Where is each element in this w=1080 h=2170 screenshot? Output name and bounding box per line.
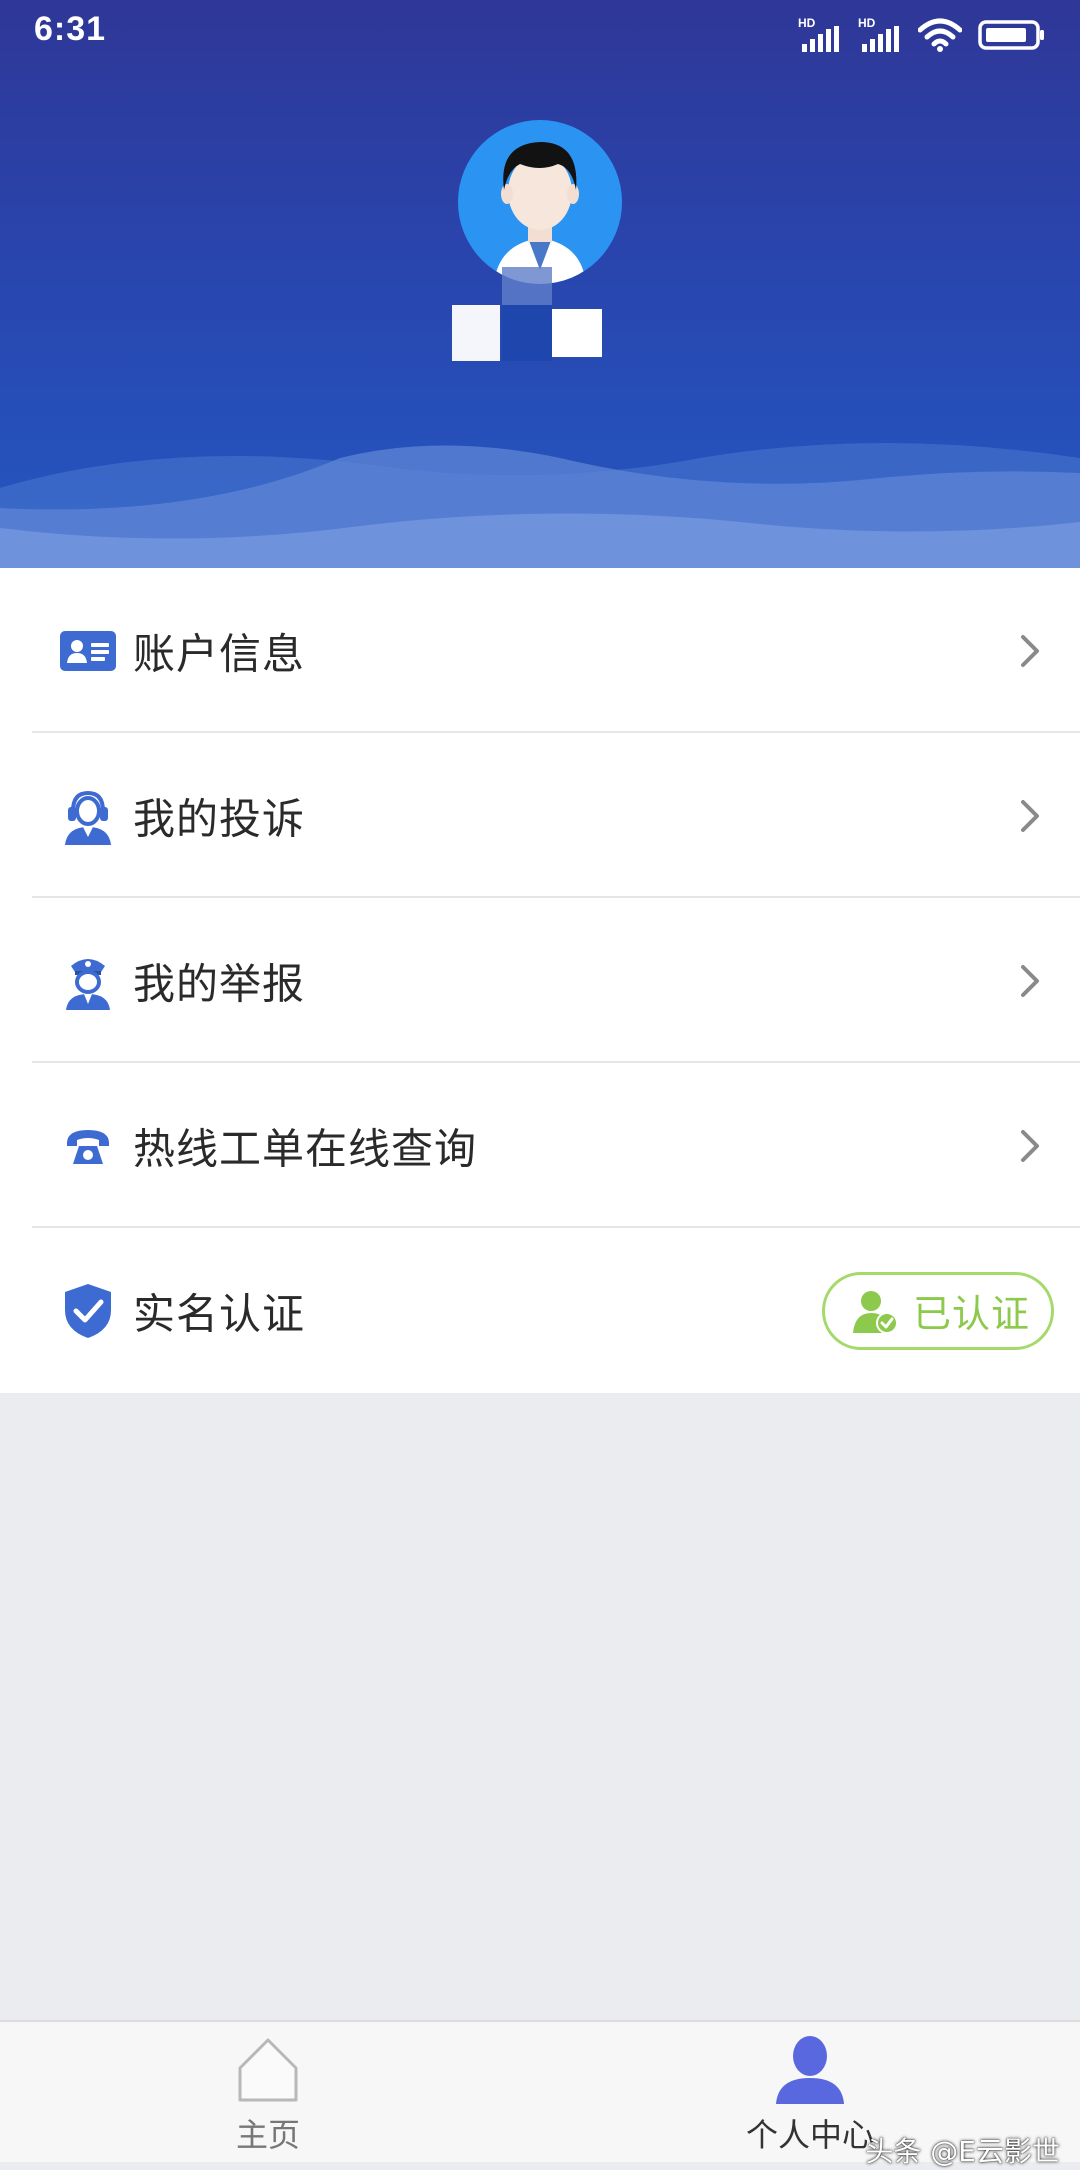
menu-item-label: 热线工单在线查询 — [133, 1124, 478, 1173]
chevron-right-icon — [1021, 799, 1039, 832]
menu-item-label: 我的投诉 — [133, 794, 306, 843]
shield-check-icon — [60, 1283, 116, 1339]
user-icon — [776, 2036, 844, 2104]
signal-icon: HD — [858, 16, 902, 52]
signal-icon: HD — [798, 16, 842, 52]
battery-icon — [978, 20, 1044, 50]
menu-item-label: 实名认证 — [133, 1289, 306, 1338]
menu-item-real-name-verification[interactable]: 实名认证 已认证 — [0, 1228, 1080, 1393]
profile-header: 6:31 HD HD — [0, 0, 1080, 568]
watermark: 头条 @E云影世 — [865, 2135, 1060, 2168]
menu-item-my-complaints[interactable]: 我的投诉 — [0, 733, 1080, 898]
header-waves — [0, 443, 1080, 568]
chevron-right-icon — [1021, 634, 1039, 667]
verified-badge-label: 已认证 — [913, 1292, 1031, 1336]
menu-item-my-reports[interactable]: 我的举报 — [0, 898, 1080, 1063]
menu-item-label: 账户信息 — [133, 629, 306, 678]
menu-item-label: 我的举报 — [133, 959, 306, 1008]
status-icons: HD HD — [798, 12, 1046, 52]
home-icon — [238, 2038, 298, 2102]
menu-item-hotline-query[interactable]: 热线工单在线查询 — [0, 1063, 1080, 1228]
chevron-right-icon — [1021, 1129, 1039, 1162]
tab-label: 主页 — [235, 2116, 300, 2154]
profile-menu: 账户信息 我的投诉 我的举报 热线工单在线查询 实名认证 已认证 — [0, 568, 1080, 1393]
service-agent-icon — [60, 788, 116, 845]
status-bar: 6:31 HD HD — [0, 0, 1080, 64]
verified-user-icon — [853, 1290, 898, 1334]
status-time: 6:31 — [34, 10, 107, 48]
wifi-icon — [918, 18, 962, 52]
user-nickname-pixelated — [452, 267, 602, 361]
verified-badge: 已认证 — [822, 1271, 1054, 1350]
id-card-icon — [60, 623, 116, 679]
police-officer-icon — [60, 953, 116, 1010]
user-avatar[interactable] — [458, 120, 622, 284]
menu-item-account-info[interactable]: 账户信息 — [0, 568, 1080, 733]
telephone-icon — [60, 1118, 116, 1174]
tab-home[interactable]: 主页 — [148, 2022, 388, 2162]
chevron-right-icon — [1021, 964, 1039, 997]
